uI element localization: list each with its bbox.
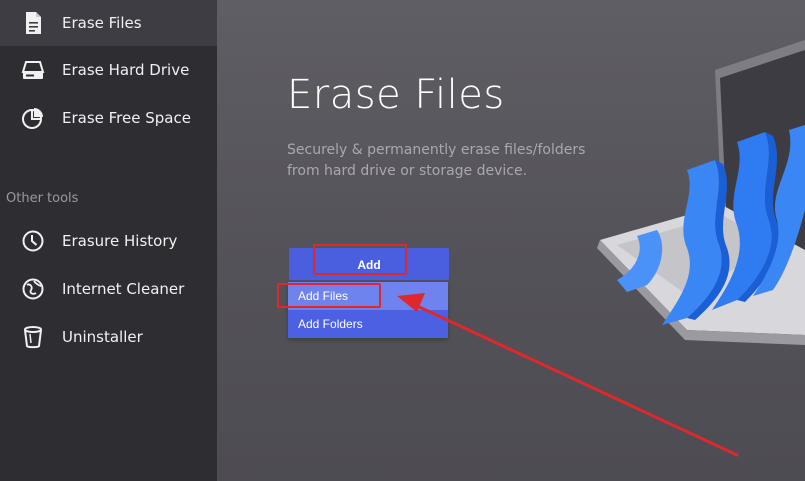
other-tools-heading: Other tools — [6, 191, 79, 206]
menu-item-add-files[interactable]: Add Files — [288, 282, 448, 310]
globe-icon — [20, 276, 46, 302]
pie-chart-icon — [20, 105, 46, 131]
trash-icon — [20, 324, 46, 350]
menu-item-add-folders[interactable]: Add Folders — [288, 310, 448, 338]
page-subtitle: Securely & permanently erase files/folde… — [287, 142, 586, 179]
sidebar-item-erase-hard-drive[interactable]: Erase Hard Drive — [0, 47, 217, 93]
sidebar: Erase Files Erase Hard Drive Erase Free … — [0, 0, 217, 481]
page-title: Erase Files — [287, 72, 505, 118]
add-dropdown-menu: Add Files Add Folders — [288, 282, 448, 338]
hard-drive-icon — [20, 57, 46, 83]
sidebar-item-label: Erasure History — [62, 232, 178, 250]
sidebar-item-uninstaller[interactable]: Uninstaller — [0, 314, 217, 360]
sidebar-item-label: Internet Cleaner — [62, 280, 185, 298]
sidebar-item-label: Erase Free Space — [62, 109, 191, 127]
sidebar-item-erasure-history[interactable]: Erasure History — [0, 218, 217, 264]
sidebar-item-label: Uninstaller — [62, 328, 143, 346]
document-icon — [20, 10, 46, 36]
add-button[interactable]: Add — [289, 248, 449, 280]
sidebar-item-erase-free-space[interactable]: Erase Free Space — [0, 95, 217, 141]
main-panel: Erase Files Securely & permanently erase… — [217, 0, 805, 481]
sidebar-item-internet-cleaner[interactable]: Internet Cleaner — [0, 266, 217, 312]
sidebar-item-label: Erase Hard Drive — [62, 61, 190, 79]
sidebar-item-label: Erase Files — [62, 14, 142, 32]
clock-icon — [20, 228, 46, 254]
sidebar-item-erase-files[interactable]: Erase Files — [0, 0, 217, 46]
